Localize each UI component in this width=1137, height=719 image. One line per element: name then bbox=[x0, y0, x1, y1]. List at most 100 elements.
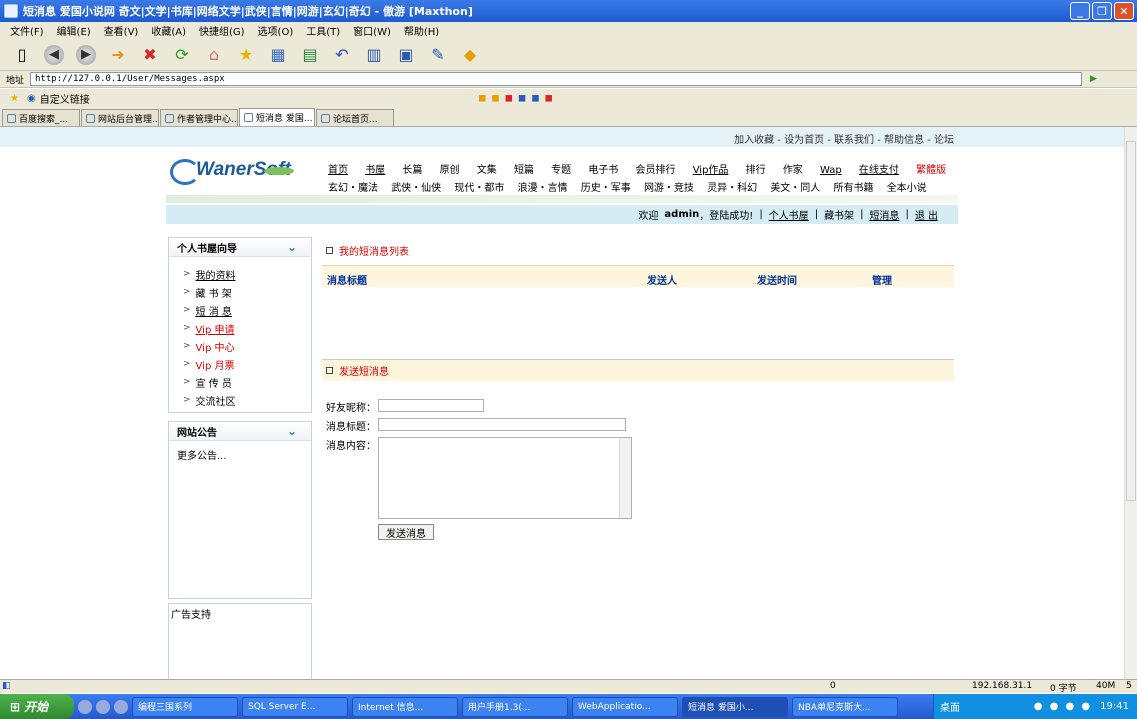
send-message-button[interactable]: 发送消息 bbox=[378, 524, 434, 540]
link-personal-shuwu[interactable]: 个人书屋 bbox=[769, 207, 809, 222]
sidebar-item-profile[interactable]: > 我的资料 bbox=[169, 265, 311, 283]
nav-shuwu[interactable]: 书屋 bbox=[365, 161, 385, 176]
chart-icon[interactable]: ▤ bbox=[298, 43, 322, 67]
scrollbar-thumb[interactable] bbox=[1126, 141, 1136, 501]
task-manual[interactable]: 用户手册1.3(... bbox=[462, 696, 568, 717]
menu-window[interactable]: 窗口(W) bbox=[353, 23, 391, 38]
menu-tools[interactable]: 工具(T) bbox=[306, 23, 340, 38]
stop-icon[interactable]: ✖ bbox=[138, 43, 162, 67]
textarea-scrollbar[interactable] bbox=[619, 438, 631, 518]
nav-ranking-member[interactable]: 会员排行 bbox=[636, 161, 676, 176]
go-icon[interactable]: ➜ bbox=[106, 43, 130, 67]
nav-home[interactable]: 首页 bbox=[328, 161, 348, 176]
nav-ebook[interactable]: 电子书 bbox=[588, 161, 618, 176]
link-bookshelf[interactable]: 藏书架 bbox=[824, 207, 854, 222]
page-viewport: 加入收藏 - 设为首页 - 联系我们 - 帮助信息 - 论坛 WanerSoft… bbox=[0, 127, 1124, 679]
window-layout-icon[interactable]: ▥ bbox=[362, 43, 386, 67]
refresh-icon[interactable]: ⟳ bbox=[170, 43, 194, 67]
genre-urban[interactable]: 现代・都市 bbox=[454, 179, 504, 194]
desktop-toolbar[interactable]: 桌面 bbox=[934, 699, 960, 714]
top-links[interactable]: 加入收藏 - 设为首页 - 联系我们 - 帮助信息 - 论坛 bbox=[734, 131, 954, 146]
sidebar-item-bookshelf[interactable]: > 藏 书 架 bbox=[169, 283, 311, 301]
nav-ranking[interactable]: 排行 bbox=[746, 161, 766, 176]
nav-traditional[interactable]: 繁體版 bbox=[916, 161, 946, 176]
genre-romance[interactable]: 浪漫・言情 bbox=[518, 179, 568, 194]
tab-author[interactable]: 作者管理中心... bbox=[160, 109, 238, 126]
tab-forum[interactable]: 论坛首页... bbox=[316, 109, 394, 126]
nav-vip[interactable]: Vip作品 bbox=[693, 161, 729, 176]
genre-history[interactable]: 历史・军事 bbox=[581, 179, 631, 194]
content-textarea[interactable] bbox=[378, 437, 632, 519]
new-page-icon[interactable]: ▯ bbox=[10, 43, 34, 67]
menu-file[interactable]: 文件(F) bbox=[10, 23, 44, 38]
task-internet[interactable]: Internet 信息... bbox=[352, 696, 458, 717]
menu-groups[interactable]: 快捷组(G) bbox=[199, 23, 245, 38]
genre-essay[interactable]: 美文・同人 bbox=[770, 179, 820, 194]
favbar-tools-icon[interactable]: ◼◼◼◼◼◼ bbox=[478, 93, 558, 104]
genre-fantasy[interactable]: 玄幻・魔法 bbox=[328, 179, 378, 194]
nav-long[interactable]: 长篇 bbox=[402, 161, 422, 176]
undo-icon[interactable]: ↶ bbox=[330, 43, 354, 67]
link-messages[interactable]: 短消息 bbox=[869, 207, 899, 222]
nav-wap[interactable]: Wap bbox=[820, 165, 842, 176]
minimize-icon[interactable]: _ bbox=[1070, 2, 1090, 20]
sidebar-item-promoter[interactable]: > 宣 传 员 bbox=[169, 373, 311, 391]
home-icon[interactable]: ⌂ bbox=[202, 43, 226, 67]
close-icon[interactable]: ✕ bbox=[1114, 2, 1134, 20]
nav-original[interactable]: 原创 bbox=[440, 161, 460, 176]
nav-topic[interactable]: 专题 bbox=[551, 161, 571, 176]
quicklaunch-ie-icon[interactable] bbox=[78, 699, 92, 714]
nav-author[interactable]: 作家 bbox=[783, 161, 803, 176]
address-input[interactable]: http://127.0.0.1/User/Messages.aspx bbox=[30, 72, 1083, 86]
nav-pay[interactable]: 在线支付 bbox=[859, 161, 899, 176]
menu-options[interactable]: 选项(O) bbox=[258, 23, 294, 38]
genre-all-books[interactable]: 所有书籍 bbox=[834, 179, 874, 194]
genre-scifi[interactable]: 灵异・科幻 bbox=[707, 179, 757, 194]
site-logo[interactable]: WanerSoft bbox=[168, 157, 308, 187]
tray-icons[interactable]: ● ● ● ● bbox=[1034, 701, 1092, 712]
task-webapp[interactable]: WebApplicatio... bbox=[572, 696, 678, 717]
groups-icon[interactable]: ▦ bbox=[266, 43, 290, 67]
restore-icon[interactable]: ❐ bbox=[1092, 2, 1112, 20]
nav-collection[interactable]: 文集 bbox=[477, 161, 497, 176]
sidebar-item-messages[interactable]: > 短 消 息 bbox=[169, 301, 311, 319]
task-messages-browser[interactable]: 短消息 爱国小... bbox=[682, 696, 788, 717]
quicklaunch-desktop-icon[interactable] bbox=[96, 699, 110, 714]
sidebar-item-community[interactable]: > 交流社区 bbox=[169, 391, 311, 409]
sidebar-item-vip-center[interactable]: > Vip 中心 bbox=[169, 337, 311, 355]
window-titlebar[interactable]: 短消息 爱国小说网 奇文|文学|书库|网络文学|武侠|言情|网游|玄幻|奇幻 -… bbox=[0, 0, 1137, 22]
tab-messages[interactable]: 短消息 爱国... bbox=[239, 108, 315, 126]
genre-complete[interactable]: 全本小说 bbox=[887, 179, 927, 194]
genre-game[interactable]: 网游・竞技 bbox=[644, 179, 694, 194]
menu-help[interactable]: 帮助(H) bbox=[404, 23, 439, 38]
tab-admin[interactable]: 网站后台管理... bbox=[81, 109, 159, 126]
task-nba[interactable]: NBA单尼克斯大... bbox=[792, 696, 898, 717]
task-sqlserver[interactable]: SQL Server E... bbox=[242, 696, 348, 717]
menu-favorites[interactable]: 收藏(A) bbox=[151, 23, 186, 38]
notice-more[interactable]: 更多公告... bbox=[169, 441, 311, 468]
page-scrollbar[interactable] bbox=[1124, 127, 1137, 679]
plugin-icon[interactable]: ◆ bbox=[458, 43, 482, 67]
link-logout[interactable]: 退 出 bbox=[915, 207, 938, 222]
friend-input[interactable] bbox=[378, 399, 484, 412]
genre-wuxia[interactable]: 武侠・仙侠 bbox=[391, 179, 441, 194]
menu-view[interactable]: 查看(V) bbox=[104, 23, 139, 38]
quicklaunch-app-icon[interactable] bbox=[114, 699, 128, 714]
chevron-down-icon[interactable]: ⌄ bbox=[287, 241, 299, 253]
custom-links[interactable]: 自定义链接 bbox=[40, 91, 90, 106]
sidebar-icon[interactable]: ▣ bbox=[394, 43, 418, 67]
sidebar-item-vip-ticket[interactable]: > Vip 月票 bbox=[169, 355, 311, 373]
forward-icon[interactable]: ▶ bbox=[74, 43, 98, 67]
nav-short[interactable]: 短篇 bbox=[514, 161, 534, 176]
start-button[interactable]: ⊞ 开始 bbox=[0, 694, 74, 719]
back-icon[interactable]: ◀ bbox=[42, 43, 66, 67]
edit-icon[interactable]: ✎ bbox=[426, 43, 450, 67]
go-button-icon[interactable]: ▶ bbox=[1090, 74, 1097, 84]
task-folder[interactable]: 编程三国系列 bbox=[132, 696, 238, 717]
favorites-star-icon[interactable]: ★ bbox=[234, 43, 258, 67]
sidebar-item-vip-apply[interactable]: > Vip 申请 bbox=[169, 319, 311, 337]
menu-edit[interactable]: 编辑(E) bbox=[57, 23, 91, 38]
chevron-down-icon[interactable]: ⌄ bbox=[287, 425, 299, 437]
tab-baidu[interactable]: 百度搜索_... bbox=[2, 109, 80, 126]
subject-input[interactable] bbox=[378, 418, 626, 431]
